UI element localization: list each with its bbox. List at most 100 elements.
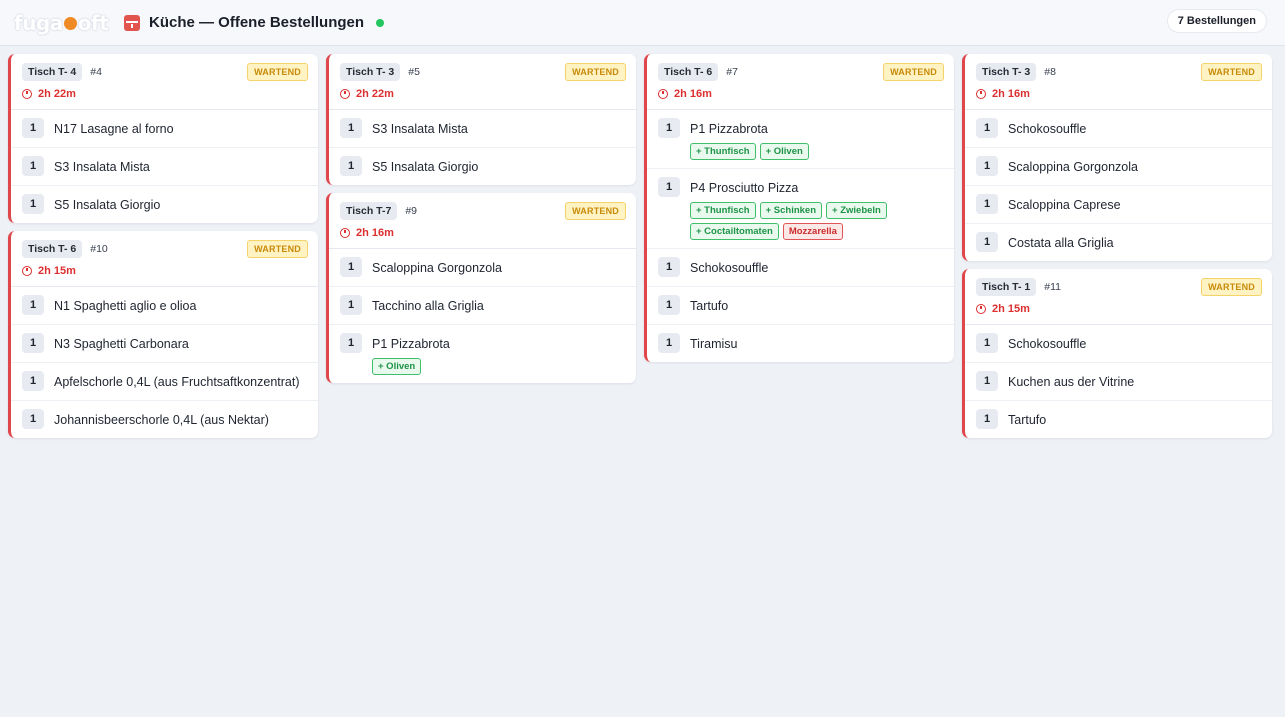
clock-icon <box>340 89 350 99</box>
item-quantity: 1 <box>340 333 362 353</box>
order-item-row[interactable]: 1 Schokosouffle <box>647 249 954 287</box>
item-body: Tartufo <box>1008 409 1046 430</box>
item-quantity: 1 <box>976 409 998 429</box>
elapsed-time: 2h 22m <box>340 88 626 100</box>
table-chip: Tisch T- 6 <box>658 63 719 81</box>
elapsed-time: 2h 15m <box>976 303 1262 315</box>
order-item-row[interactable]: 1 Tacchino alla Griglia <box>329 287 636 325</box>
modifier-add-tag: + Zwiebeln <box>826 202 887 219</box>
item-body: P1 Pizzabrota + Oliven <box>372 333 450 375</box>
item-quantity: 1 <box>976 118 998 138</box>
item-body: S5 Insalata Giorgio <box>54 194 160 215</box>
modifier-add-tag: + Oliven <box>372 358 422 375</box>
order-column: Tisch T- 4 #4 WARTEND 2h 22m 1 N17 Lasagne al… <box>8 54 318 438</box>
order-item-row[interactable]: 1 Schokosouffle <box>965 110 1272 148</box>
order-number: #11 <box>1044 281 1061 293</box>
elapsed-time-label: 2h 22m <box>356 88 394 100</box>
item-modifiers: + Thunfisch + Oliven <box>690 143 809 160</box>
item-quantity: 1 <box>22 194 44 214</box>
order-item-row[interactable]: 1 S3 Insalata Mista <box>329 110 636 148</box>
order-item-row[interactable]: 1 Costata alla Griglia <box>965 224 1272 261</box>
item-name: Kuchen aus der Vitrine <box>1008 375 1135 389</box>
order-item-row[interactable]: 1 Tartufo <box>647 287 954 325</box>
item-name: Apfelschorle 0,4L (aus Fruchtsaftkonzent… <box>54 375 300 389</box>
fugasoft-logo: fuga oft <box>14 10 109 35</box>
item-body: Kuchen aus der Vitrine <box>1008 371 1134 392</box>
order-item-row[interactable]: 1 S3 Insalata Mista <box>11 148 318 186</box>
order-item-row[interactable]: 1 Tiramisu <box>647 325 954 362</box>
logo-ball-icon <box>63 17 77 30</box>
order-item-row[interactable]: 1 P1 Pizzabrota + Thunfisch + Oliven <box>647 110 954 169</box>
order-card-header: Tisch T- 6 #10 WARTEND 2h 15m <box>11 231 318 287</box>
clock-icon <box>340 228 350 238</box>
item-quantity: 1 <box>976 232 998 252</box>
table-chip: Tisch T- 4 <box>22 63 83 81</box>
order-count-badge: 7 Bestellungen <box>1167 10 1266 32</box>
order-card[interactable]: Tisch T- 1 #11 WARTEND 2h 15m 1 Schokosouffle… <box>962 269 1272 438</box>
item-body: Tiramisu <box>690 333 737 354</box>
order-item-row[interactable]: 1 Johannisbeerschorle 0,4L (aus Nektar) <box>11 401 318 438</box>
order-card[interactable]: Tisch T- 6 #7 WARTEND 2h 16m 1 P1 Pizzabrota +… <box>644 54 954 362</box>
table-chip: Tisch T- 1 <box>976 278 1037 296</box>
order-card-header: Tisch T- 4 #4 WARTEND 2h 22m <box>11 54 318 110</box>
item-quantity: 1 <box>976 371 998 391</box>
item-name: Schokosouffle <box>1008 337 1087 351</box>
order-item-row[interactable]: 1 N17 Lasagne al forno <box>11 110 318 148</box>
item-quantity: 1 <box>22 409 44 429</box>
item-body: Schokosouffle <box>690 257 768 278</box>
order-card[interactable]: Tisch T- 4 #4 WARTEND 2h 22m 1 N17 Lasagne al… <box>8 54 318 223</box>
item-body: Tacchino alla Griglia <box>372 295 484 316</box>
order-column: Tisch T- 3 #8 WARTEND 2h 16m 1 Schokosouffle 1… <box>962 54 1272 438</box>
order-card[interactable]: Tisch T- 3 #8 WARTEND 2h 16m 1 Schokosouffle 1… <box>962 54 1272 261</box>
order-card[interactable]: Tisch T-7 #9 WARTEND 2h 16m 1 Scaloppina Gorg… <box>326 193 636 383</box>
item-body: N17 Lasagne al forno <box>54 118 174 139</box>
order-card-header: Tisch T- 1 #11 WARTEND 2h 15m <box>965 269 1272 325</box>
clock-icon <box>658 89 668 99</box>
elapsed-time-label: 2h 15m <box>992 303 1030 315</box>
item-quantity: 1 <box>976 194 998 214</box>
item-name: Tartufo <box>690 299 729 313</box>
item-name: Tiramisu <box>690 337 738 351</box>
item-modifiers: + Oliven <box>372 358 450 375</box>
order-number: #10 <box>90 243 108 255</box>
item-name: P1 Pizzabrota <box>690 122 768 136</box>
elapsed-time-label: 2h 22m <box>38 88 76 100</box>
item-quantity: 1 <box>976 333 998 353</box>
elapsed-time-label: 2h 16m <box>674 88 712 100</box>
item-quantity: 1 <box>658 257 680 277</box>
order-item-row[interactable]: 1 P4 Prosciutto Pizza + Thunfisch + Schinke… <box>647 169 954 249</box>
order-item-row[interactable]: 1 Apfelschorle 0,4L (aus Fruchtsaftkonzen… <box>11 363 318 401</box>
item-name: S5 Insalata Giorgio <box>372 160 479 174</box>
order-card-header: Tisch T- 6 #7 WARTEND 2h 16m <box>647 54 954 110</box>
order-item-row[interactable]: 1 S5 Insalata Giorgio <box>11 186 318 223</box>
order-board: Tisch T- 4 #4 WARTEND 2h 22m 1 N17 Lasagne al… <box>0 46 1285 438</box>
order-item-row[interactable]: 1 Scaloppina Gorgonzola <box>965 148 1272 186</box>
order-item-row[interactable]: 1 Kuchen aus der Vitrine <box>965 363 1272 401</box>
order-item-row[interactable]: 1 P1 Pizzabrota + Oliven <box>329 325 636 383</box>
status-badge: WARTEND <box>565 63 626 81</box>
item-body: S5 Insalata Giorgio <box>372 156 478 177</box>
item-body: Costata alla Griglia <box>1008 232 1114 253</box>
order-number: #5 <box>408 66 420 78</box>
order-card[interactable]: Tisch T- 6 #10 WARTEND 2h 15m 1 N1 Spaghetti … <box>8 231 318 438</box>
status-badge: WARTEND <box>883 63 944 81</box>
order-card[interactable]: Tisch T- 3 #5 WARTEND 2h 22m 1 S3 Insalata Mi… <box>326 54 636 185</box>
elapsed-time-label: 2h 16m <box>992 88 1030 100</box>
order-item-row[interactable]: 1 Tartufo <box>965 401 1272 438</box>
item-body: Apfelschorle 0,4L (aus Fruchtsaftkonzent… <box>54 371 300 392</box>
item-name: N1 Spaghetti aglio e olioa <box>54 299 197 313</box>
order-item-row[interactable]: 1 Scaloppina Caprese <box>965 186 1272 224</box>
order-item-row[interactable]: 1 S5 Insalata Giorgio <box>329 148 636 185</box>
elapsed-time: 2h 16m <box>976 88 1262 100</box>
item-body: P1 Pizzabrota + Thunfisch + Oliven <box>690 118 809 160</box>
order-item-row[interactable]: 1 Scaloppina Gorgonzola <box>329 249 636 287</box>
item-name: Tacchino alla Griglia <box>372 299 484 313</box>
order-item-row[interactable]: 1 N3 Spaghetti Carbonara <box>11 325 318 363</box>
item-quantity: 1 <box>340 156 362 176</box>
table-chip: Tisch T- 3 <box>976 63 1037 81</box>
order-item-row[interactable]: 1 N1 Spaghetti aglio e olioa <box>11 287 318 325</box>
order-item-row[interactable]: 1 Schokosouffle <box>965 325 1272 363</box>
table-chip: Tisch T-7 <box>340 202 398 220</box>
status-badge: WARTEND <box>1201 63 1262 81</box>
order-number: #8 <box>1044 66 1056 78</box>
